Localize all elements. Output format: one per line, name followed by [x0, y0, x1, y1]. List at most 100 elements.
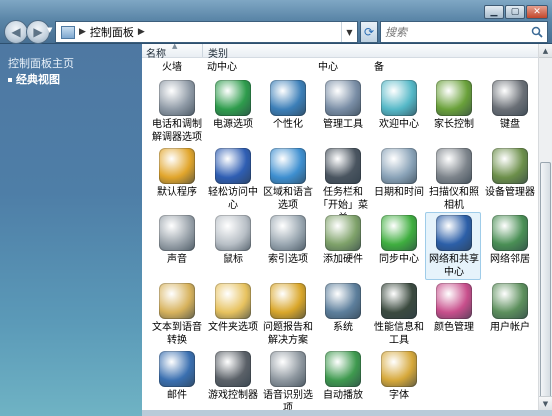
partial-item-label[interactable]: 备 — [374, 58, 384, 73]
breadcrumb-separator-icon[interactable]: ▶ — [138, 27, 145, 37]
control-panel-item[interactable]: 游戏控制器 — [205, 349, 261, 410]
classic-view-link[interactable]: 经典视图 — [8, 71, 60, 87]
vertical-scrollbar[interactable]: ▲ ▼ — [538, 44, 552, 410]
minimize-button[interactable]: ▁ — [484, 5, 504, 19]
control-panel-item[interactable]: 系统 — [315, 281, 371, 349]
refresh-button[interactable]: ⟳ — [360, 21, 378, 43]
recent-pages-dropdown[interactable]: ▼ — [47, 26, 55, 36]
address-dropdown-button[interactable]: ▼ — [341, 22, 357, 42]
item-label: 日期和时间 — [374, 187, 424, 198]
control-panel-item[interactable]: 自动播放 — [315, 349, 371, 410]
item-label: 键盘 — [500, 119, 520, 130]
search-box[interactable] — [380, 21, 548, 43]
control-panel-item[interactable]: 区域和语言选项 — [260, 146, 316, 214]
item-label: 同步中心 — [379, 254, 419, 265]
control-panel-item[interactable]: 鼠标 — [205, 213, 261, 281]
maximize-button[interactable]: ▢ — [505, 5, 525, 19]
control-panel-home-link[interactable]: 控制面板主页 — [8, 55, 74, 71]
control-panel-item[interactable]: 扫描仪和照相机 — [426, 146, 482, 214]
date-time-icon — [381, 148, 417, 184]
item-label: 电话和调制解调器选项 — [152, 119, 202, 143]
control-panel-item[interactable]: 键盘 — [482, 78, 538, 146]
item-label: 问题报告和解决方案 — [263, 322, 313, 346]
window-bottom-edge — [142, 410, 552, 416]
control-panel-item[interactable]: 欢迎中心 — [371, 78, 427, 146]
control-panel-item[interactable]: 个性化 — [260, 78, 316, 146]
address-bar[interactable]: ▶ 控制面板 ▶ ▼ — [55, 21, 358, 43]
partial-item-label[interactable]: 火墙 — [162, 58, 182, 73]
item-label: 设备管理器 — [485, 187, 535, 198]
classic-view-label: 经典视图 — [16, 73, 60, 86]
mouse-icon — [215, 215, 251, 251]
partial-item-label[interactable]: 动中心 — [207, 58, 237, 73]
user-accounts-icon — [492, 283, 528, 319]
control-panel-item[interactable]: 邮件 — [149, 349, 205, 410]
control-panel-item[interactable]: 语音识别选项 — [260, 349, 316, 410]
control-panel-item[interactable]: 颜色管理 — [426, 281, 482, 349]
back-button[interactable]: ◀ — [4, 20, 28, 44]
autoplay-icon — [325, 351, 361, 387]
control-panel-item[interactable]: 性能信息和工具 — [371, 281, 427, 349]
problem-reports-icon — [270, 283, 306, 319]
performance-icon — [381, 283, 417, 319]
breadcrumb-separator-icon[interactable]: ▶ — [79, 27, 86, 37]
control-panel-item[interactable]: 网络邻居 — [482, 213, 538, 281]
search-input[interactable] — [385, 25, 525, 39]
control-panel-item[interactable]: 文本到语音转换 — [149, 281, 205, 349]
personalization-icon — [270, 80, 306, 116]
item-label: 添加硬件 — [323, 254, 363, 265]
control-panel-item[interactable]: 索引选项 — [260, 213, 316, 281]
control-panel-item[interactable]: 添加硬件 — [315, 213, 371, 281]
column-divider[interactable] — [202, 44, 203, 57]
phone-modem-icon — [159, 80, 195, 116]
close-button[interactable]: ✕ — [526, 5, 548, 19]
title-bar: ▁ ▢ ✕ ◀ ▶ ▼ ▶ 控制面板 ▶ ▼ ⟳ — [0, 0, 552, 44]
control-panel-item[interactable]: 网络和共享中心 — [425, 212, 481, 280]
text-to-speech-icon — [159, 283, 195, 319]
breadcrumb-control-panel[interactable]: 控制面板 — [90, 24, 134, 40]
scroll-thumb[interactable] — [540, 162, 551, 406]
power-options-icon — [215, 80, 251, 116]
control-panel-item[interactable]: 文件夹选项 — [205, 281, 261, 349]
taskbar-start-icon — [325, 148, 361, 184]
control-panel-item[interactable]: 同步中心 — [371, 213, 427, 281]
search-icon[interactable] — [531, 26, 543, 38]
control-panel-item[interactable]: 电源选项 — [205, 78, 261, 146]
control-panel-item[interactable]: 声音 — [149, 213, 205, 281]
control-panel-item[interactable]: 轻松访问中心 — [205, 146, 261, 214]
item-label: 游戏控制器 — [208, 390, 258, 401]
scroll-down-button[interactable]: ▼ — [539, 396, 552, 410]
control-panel-item[interactable]: 家长控制 — [426, 78, 482, 146]
refresh-icon: ⟳ — [363, 25, 375, 39]
welcome-center-icon — [381, 80, 417, 116]
forward-arrow-icon: ▶ — [33, 25, 43, 39]
item-label: 网络邻居 — [490, 254, 530, 265]
control-panel-item[interactable]: 默认程序 — [149, 146, 205, 214]
sort-arrow-icon: ▲ — [172, 44, 178, 50]
item-label: 默认程序 — [157, 187, 197, 198]
item-label: 扫描仪和照相机 — [429, 187, 479, 211]
item-label: 字体 — [389, 390, 409, 401]
add-hardware-icon — [325, 215, 361, 251]
control-panel-item[interactable]: 问题报告和解决方案 — [260, 281, 316, 349]
mail-icon — [159, 351, 195, 387]
item-label: 网络和共享中心 — [429, 254, 479, 278]
control-panel-item[interactable]: 设备管理器 — [482, 146, 538, 214]
control-panel-item[interactable]: 用户帐户 — [482, 281, 538, 349]
control-panel-item[interactable]: 任务栏和「开始」菜单 — [315, 146, 371, 224]
scroll-up-button[interactable]: ▲ — [539, 44, 552, 58]
item-label: 邮件 — [167, 390, 187, 401]
folder-options-icon — [215, 283, 251, 319]
control-panel-item[interactable]: 电话和调制解调器选项 — [149, 78, 205, 146]
control-panel-item[interactable]: 管理工具 — [315, 78, 371, 146]
back-arrow-icon: ◀ — [11, 25, 21, 39]
game-controllers-icon — [215, 351, 251, 387]
column-header: 名称 ▲ 类别 — [142, 44, 538, 60]
partial-item-label[interactable]: 中心 — [318, 58, 338, 73]
default-programs-icon — [159, 148, 195, 184]
network-neighborhood-icon — [492, 215, 528, 251]
admin-tools-icon — [325, 80, 361, 116]
item-label: 颜色管理 — [434, 322, 474, 333]
control-panel-item[interactable]: 日期和时间 — [371, 146, 427, 214]
control-panel-item[interactable]: 字体 — [371, 349, 427, 410]
